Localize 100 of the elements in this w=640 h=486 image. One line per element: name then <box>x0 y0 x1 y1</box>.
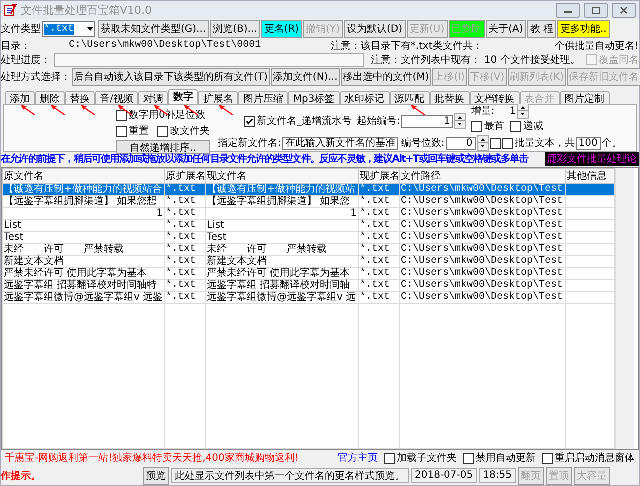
preview-text: 此处显示文件列表中第一个文件名的更名样式预览。 <box>171 468 409 483</box>
checkbox-label: 禁用自动更新 <box>476 452 536 465</box>
digits-field[interactable]: 0 <box>446 136 476 150</box>
table-row[interactable]: 新建文本文档 *.txt 新建文本文档 *.txt C:\Users\mkw00\Desktop\Test <box>2 256 614 268</box>
new-name-label: 指定新文件名: <box>218 136 282 150</box>
spinner-button[interactable] <box>517 103 530 119</box>
table-cell: 严禁未经许可 使用此字幕为基本 <box>206 268 358 280</box>
list-count-note: 注意：文件列表中现有： 10 个文件接受处理。 <box>371 54 582 66</box>
batch-unit-label: 个。 <box>602 137 622 150</box>
homepage-link[interactable]: 官方主页 <box>338 451 378 465</box>
scrollbar[interactable] <box>615 168 634 449</box>
column-header[interactable]: 原文件名 <box>2 168 164 184</box>
checkbox[interactable] <box>502 138 513 148</box>
tab[interactable]: 批替换 <box>430 91 470 104</box>
checkbox-label: 覆盖同名 <box>599 54 639 66</box>
table-cell: *.txt <box>164 220 206 232</box>
column-header[interactable]: 其他信息 <box>566 168 614 184</box>
toolbar-button[interactable]: 后台自动读入该目录下该类型的所有文件(T) <box>72 68 270 86</box>
table-cell: *.txt <box>164 196 206 208</box>
checkbox[interactable] <box>542 452 553 464</box>
table-cell: Test <box>206 232 358 244</box>
auto-rename-note: 个供批量自动更名! <box>554 40 639 52</box>
table-cell: *.txt <box>358 244 400 256</box>
checkbox[interactable] <box>384 452 395 464</box>
table-cell: *.txt <box>164 244 206 256</box>
start-number-field[interactable]: 1 <box>401 114 454 128</box>
checkbox[interactable] <box>157 126 168 136</box>
table-cell: C:\Users\mkw00\Desktop\Test <box>400 256 566 268</box>
checkbox[interactable] <box>116 110 127 120</box>
start-number-label: 起始编号: <box>357 114 400 128</box>
spinner-button[interactable] <box>476 135 489 151</box>
table-cell: 远鉴字幕组微博@远鉴字幕组v 远 <box>206 292 358 304</box>
close-icon[interactable] <box>612 2 636 18</box>
checkbox[interactable] <box>490 138 501 148</box>
tab[interactable]: 文档转换 <box>470 91 520 104</box>
ad-link[interactable]: 千惠宝-网购返利第一站!独家爆料特卖天天抢,400家商城购物返利! <box>5 451 332 465</box>
table-cell: *.txt <box>358 280 400 292</box>
toolbar-button[interactable]: 添加文件(N)... <box>270 68 340 86</box>
table-cell: *.txt <box>358 184 400 196</box>
table-cell: *.txt <box>358 208 400 220</box>
new-name-field[interactable]: 在此输入新文件名的基准 <box>282 136 398 150</box>
file-type-dropdown[interactable]: *.txt <box>42 21 95 37</box>
table-cell: *.txt <box>164 256 206 268</box>
toolbar-button[interactable]: 移出选中的文件(M) <box>340 68 432 86</box>
column-header[interactable]: 文件路径 <box>400 168 566 184</box>
table-cell: 【远鉴字幕组拥腳渠道】 如果您 <box>206 196 358 208</box>
toolbar-button[interactable]: 更名(R) <box>261 20 302 38</box>
tab[interactable]: 图片压缩 <box>238 91 288 104</box>
table-cell: C:\Users\mkw00\Desktop\Test <box>400 208 566 220</box>
table-row[interactable]: 远鉴字幕组微博@远鉴字幕组v 远鉴 *.txt 远鉴字幕组微博@远鉴字幕组v 远 *.txt C:\Users\mkw00\Desktop\Test <box>2 292 614 304</box>
checkbox-label: 加载子文件夹 <box>397 452 457 465</box>
table-cell: C:\Users\mkw00\Desktop\Test <box>400 184 566 196</box>
toolbar-button[interactable]: 教 程 <box>527 20 556 38</box>
checkbox-label: 递减 <box>523 120 544 133</box>
tab[interactable]: 图片定制 <box>560 91 610 104</box>
table-row[interactable]: 1 *.txt 1 *.txt C:\Users\mkw00\Desktop\Test <box>2 208 614 220</box>
preview-button[interactable]: 预览 <box>143 466 169 484</box>
table-cell: *.txt <box>164 268 206 280</box>
forum-banner[interactable]: 鹿彩文件批量处理论 <box>545 152 639 166</box>
column-header[interactable]: 现扩展名 <box>358 168 400 184</box>
table-cell: Test <box>2 232 164 244</box>
checkbox[interactable] <box>463 452 474 464</box>
table-row[interactable]: List *.txt List *.txt C:\Users\mkw00\Desktop\Test <box>2 220 614 232</box>
column-header[interactable]: 现文件名 <box>206 168 358 184</box>
table-cell: 【远鉴字幕组拥腳渠道】 如果您想 <box>2 196 164 208</box>
column-header[interactable]: 原扩展名 <box>164 168 206 184</box>
batch-count-field[interactable]: 100 <box>576 136 601 150</box>
minimize-icon[interactable] <box>556 2 580 18</box>
toolbar-button[interactable]: 设为默认(D) <box>344 20 406 38</box>
table-row[interactable]: 远鉴字幕组 招募翻译校对时间轴特 *.txt 远鉴字幕组 招募翻译校对时间轴 *.txt C:\Users\mkw00\Desktop\Test <box>2 280 614 292</box>
toolbar-button[interactable]: 关于(A) <box>486 20 526 38</box>
table-cell: *.txt <box>358 220 400 232</box>
toolbar-button[interactable]: 获取未知文件类型(G)... <box>98 20 210 38</box>
checkbox[interactable] <box>244 116 255 126</box>
checkbox[interactable] <box>471 120 482 132</box>
checkbox[interactable] <box>510 120 522 132</box>
increment-value[interactable]: 1 <box>510 106 516 116</box>
file-count-note: 注意：该目录下有*.txt类文件共： <box>330 40 484 52</box>
maximize-icon[interactable] <box>584 2 608 18</box>
tab[interactable]: 水印标记 <box>340 91 390 104</box>
dropdown-arrow-icon[interactable] <box>87 27 94 31</box>
table-row[interactable]: Test *.txt Test *.txt C:\Users\mkw00\Desktop\Test <box>2 232 614 244</box>
table-cell: *.txt <box>164 208 206 220</box>
toolbar-button[interactable]: 浏览(B)... <box>210 20 260 38</box>
table-cell: 未经 许可 严禁转载 <box>2 244 164 256</box>
checkbox-label: 改文件夹 <box>170 124 210 138</box>
table-cell: 远鉴字幕组 招募翻译校对时间轴特 <box>2 280 164 292</box>
toolbar-button[interactable]: 更多功能.. <box>557 20 610 38</box>
spinner-button[interactable] <box>454 113 466 129</box>
table-cell: C:\Users\mkw00\Desktop\Test <box>400 292 566 304</box>
sort-button[interactable]: 自然递增排序.. <box>116 140 210 154</box>
table-row[interactable]: 【诚邀有压制+做种能力的视频站合 *.txt 【诚邀有压制+做种能力的视频站 *.txt C:\Users\mkw00\Desktop\Test <box>2 184 614 196</box>
table-row[interactable]: 【远鉴字幕组拥腳渠道】 如果您想 *.txt 【远鉴字幕组拥腳渠道】 如果您 *.txt C:\Users\mkw00\Desktop\Test <box>2 196 614 208</box>
table-cell: 远鉴字幕组 招募翻译校对时间轴 <box>206 280 358 292</box>
table-row[interactable]: 严禁未经许可 使用此字幕为基本 *.txt 严禁未经许可 使用此字幕为基本 *.txt C:\Users\mkw00\Desktop\Test <box>2 268 614 280</box>
checkbox-label: 最首 <box>484 120 504 133</box>
table-row[interactable]: 未经 许可 严禁转载 *.txt 未经 许可 严禁转载 *.txt C:\Users\mkw00\Desktop\Test <box>2 244 614 256</box>
checkbox[interactable] <box>116 126 127 136</box>
tab[interactable]: Mp3标签 <box>288 91 340 104</box>
table-cell: *.txt <box>164 280 206 292</box>
